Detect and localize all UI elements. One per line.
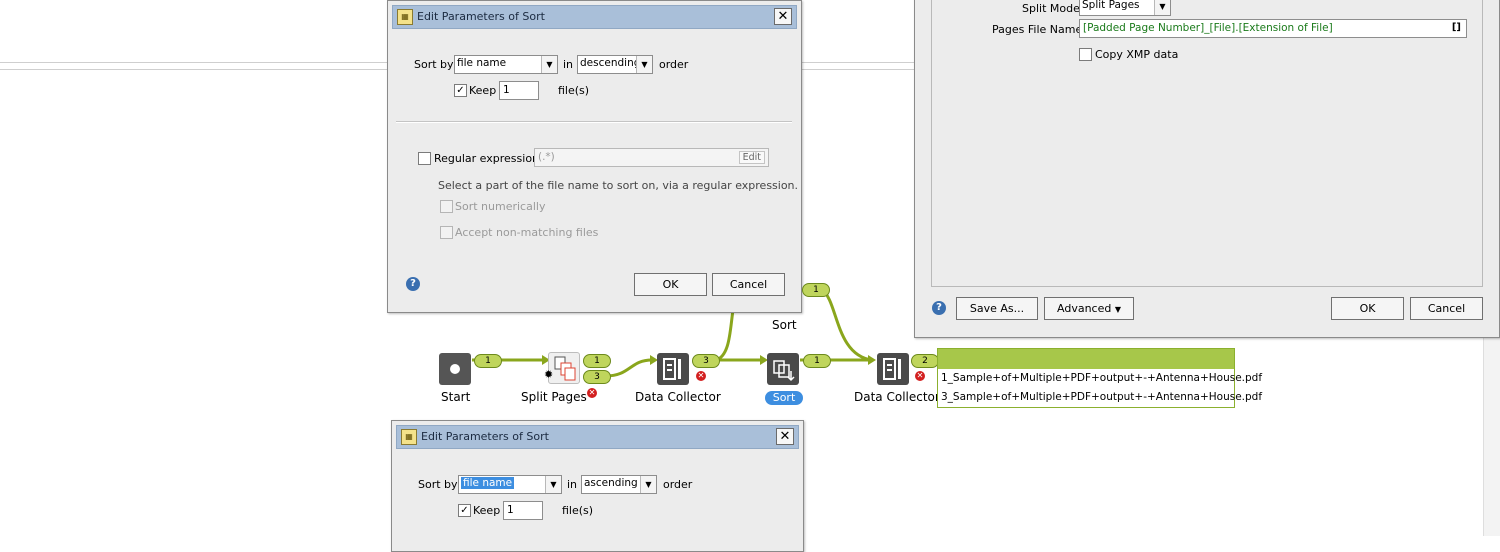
record-icon <box>450 364 460 374</box>
order-value: ascending <box>584 477 638 489</box>
connection-count-badge: 1 <box>474 354 502 368</box>
edit-button[interactable]: Edit <box>738 151 765 164</box>
regex-input[interactable]: (.*) Edit <box>534 148 769 167</box>
ok-button[interactable]: OK <box>634 273 707 296</box>
cancel-button[interactable]: Cancel <box>712 273 785 296</box>
split-pages-icon <box>554 356 576 381</box>
connection-count-badge: 2 <box>911 354 939 368</box>
connector-collector-sort-top <box>715 309 735 362</box>
regex-label: Regular expression: <box>434 152 543 165</box>
advanced-button[interactable]: Advanced ▼ <box>1044 297 1134 320</box>
list-item[interactable]: 1_Sample+of+Multiple+PDF+output+-+Antenn… <box>941 372 1262 384</box>
connection-count-badge: 1 <box>802 283 830 297</box>
output-file-list: 1_Sample+of+Multiple+PDF+output+-+Antenn… <box>937 348 1262 408</box>
order-select[interactable]: ascending ▼ <box>581 475 657 494</box>
dialog-title: Edit Parameters of Sort <box>417 10 545 23</box>
dialog-titlebar: ▦ Edit Parameters of Sort ✕ <box>392 5 797 29</box>
start-node[interactable] <box>439 353 471 385</box>
sort-parameters-dialog: ▦ Edit Parameters of Sort ✕ Sort by file… <box>387 0 802 313</box>
order-label: order <box>659 58 689 71</box>
sort-by-value: file name <box>457 57 507 69</box>
connection-count-badge: 1 <box>803 354 831 368</box>
dialog-titlebar: ▦ Edit Parameters of Sort ✕ <box>396 425 799 449</box>
dialog-title: Edit Parameters of Sort <box>421 430 549 443</box>
keep-count-input[interactable]: 1 <box>499 81 539 100</box>
options-panel <box>931 0 1483 287</box>
sort-numerically-checkbox[interactable] <box>440 200 453 213</box>
sort-by-label: Sort by <box>418 478 458 491</box>
sort-parameters-dialog-2: ▦ Edit Parameters of Sort ✕ Sort by file… <box>391 420 804 552</box>
regex-help-text: Select a part of the file name to sort o… <box>438 179 799 192</box>
sort-node[interactable] <box>767 353 799 385</box>
chevron-down-icon[interactable]: ▼ <box>640 476 656 493</box>
connection-count-badge: 3 <box>583 370 611 384</box>
order-select[interactable]: descending ▼ <box>577 55 653 74</box>
file-list-header <box>938 349 1234 369</box>
error-icon: ✕ <box>587 388 597 398</box>
keep-checkbox[interactable]: ✓ <box>454 84 467 97</box>
collector-icon <box>883 358 901 380</box>
regex-checkbox[interactable] <box>418 152 431 165</box>
sort-by-label: Sort by <box>414 58 454 71</box>
accept-nonmatching-checkbox[interactable] <box>440 226 453 239</box>
error-icon: ✕ <box>915 371 925 381</box>
help-icon[interactable]: ? <box>932 301 946 315</box>
in-label: in <box>567 478 578 491</box>
sort-by-value: file name <box>461 477 515 489</box>
sort-icon <box>773 360 795 382</box>
files-label: file(s) <box>558 84 590 97</box>
error-icon: ✕ <box>696 371 706 381</box>
close-icon[interactable]: ✕ <box>774 8 792 25</box>
split-pages-dialog: Split Mode: Split Pages ▼ Pages File Nam… <box>914 0 1500 338</box>
files-label: file(s) <box>562 504 594 517</box>
data-collector-2-label: Data Collector <box>854 390 940 404</box>
split-pages-label: Split Pages <box>521 390 587 404</box>
app-icon: ▦ <box>401 429 417 445</box>
sort-by-select[interactable]: file name ▼ <box>458 475 562 494</box>
sort-numerically-label: Sort numerically <box>455 200 546 213</box>
collector-icon <box>663 358 681 380</box>
keep-label: Keep <box>469 84 497 97</box>
close-icon[interactable]: ✕ <box>776 428 794 445</box>
chevron-down-icon: ▼ <box>1114 305 1121 314</box>
data-collector-label: Data Collector <box>635 390 721 404</box>
start-label: Start <box>441 390 471 404</box>
sort-by-select[interactable]: file name ▼ <box>454 55 558 74</box>
connection-count-badge: 3 <box>692 354 720 368</box>
sort-selected-label[interactable]: Sort <box>765 391 803 405</box>
connection-count-badge: 1 <box>583 354 611 368</box>
chevron-down-icon[interactable]: ▼ <box>545 476 561 493</box>
chevron-down-icon[interactable]: ▼ <box>636 56 652 73</box>
list-item[interactable]: 3_Sample+of+Multiple+PDF+output+-+Antenn… <box>941 391 1262 403</box>
sort-top-label: Sort <box>772 318 797 332</box>
save-as-button[interactable]: Save As... <box>956 297 1038 320</box>
dialog-separator <box>396 121 792 123</box>
order-label: order <box>663 478 693 491</box>
data-collector-node[interactable] <box>657 353 689 385</box>
gear-icon: ✹ <box>544 368 554 381</box>
in-label: in <box>563 58 574 71</box>
chevron-down-icon[interactable]: ▼ <box>541 56 557 73</box>
cancel-button[interactable]: Cancel <box>1410 297 1483 320</box>
data-collector-2-node[interactable] <box>877 353 909 385</box>
order-value: descending <box>580 57 641 69</box>
accept-nonmatching-label: Accept non-matching files <box>455 226 599 239</box>
help-icon[interactable]: ? <box>406 277 420 291</box>
keep-label: Keep <box>473 504 501 517</box>
connector-sort-top-collector2 <box>821 288 873 362</box>
connector-split-collector <box>605 358 653 378</box>
app-icon: ▦ <box>397 9 413 25</box>
arrowhead <box>868 355 876 365</box>
keep-count-input[interactable]: 1 <box>503 501 543 520</box>
ok-button[interactable]: OK <box>1331 297 1404 320</box>
keep-checkbox[interactable]: ✓ <box>458 504 471 517</box>
